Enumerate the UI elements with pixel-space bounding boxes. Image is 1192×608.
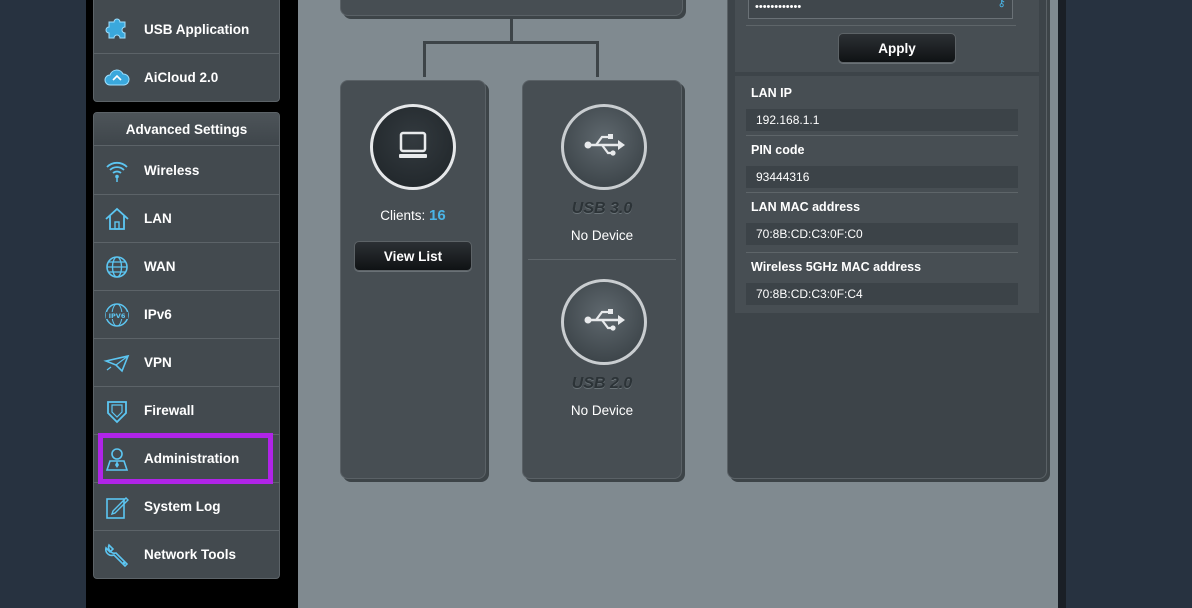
content-right-border bbox=[1058, 0, 1066, 608]
lan-ip-label: LAN IP bbox=[751, 86, 792, 100]
sidebar-item-administration[interactable]: Administration bbox=[94, 434, 279, 482]
wrench-icon bbox=[103, 541, 131, 569]
sidebar-item-label: Administration bbox=[144, 451, 240, 466]
sidebar-item-label: WAN bbox=[144, 259, 176, 274]
clients-count: 16 bbox=[429, 207, 446, 224]
puzzle-icon bbox=[103, 13, 131, 41]
info-separator bbox=[746, 135, 1018, 136]
usb2-status-text: No Device bbox=[570, 403, 634, 418]
apply-button[interactable]: Apply bbox=[838, 33, 956, 63]
usb-icon bbox=[582, 130, 626, 165]
sidebar-item-vpn[interactable]: VPN bbox=[94, 338, 279, 386]
key-icon: ⚷ bbox=[997, 0, 1006, 9]
view-list-button[interactable]: View List bbox=[354, 241, 472, 271]
clients-label: Clients: bbox=[380, 208, 426, 223]
usb2-port-label: USB 2.0 bbox=[571, 375, 633, 392]
usb-divider bbox=[528, 259, 676, 260]
lan-ip-value: 192.168.1.1 bbox=[746, 109, 1018, 131]
usb2-status-button[interactable] bbox=[561, 279, 647, 365]
clients-status-button[interactable] bbox=[370, 104, 456, 190]
lan-mac-value: 70:8B:CD:C3:0F:C0 bbox=[746, 223, 1018, 245]
password-field[interactable]: •••••••••••• ⚷ bbox=[748, 0, 1013, 19]
pin-code-label: PIN code bbox=[751, 143, 805, 157]
cloud-icon bbox=[103, 64, 131, 92]
sidebar-item-label: LAN bbox=[144, 211, 172, 226]
sidebar-item-network-tools[interactable]: Network Tools bbox=[94, 530, 279, 578]
ipv6-icon: IPV6 bbox=[103, 301, 131, 329]
router-panel bbox=[340, 0, 683, 16]
log-icon bbox=[103, 493, 131, 521]
globe-icon bbox=[103, 253, 131, 281]
vpn-icon bbox=[103, 349, 131, 377]
sidebar-item-system-log[interactable]: System Log bbox=[94, 482, 279, 530]
sidebar-item-lan[interactable]: LAN bbox=[94, 194, 279, 242]
connector-left bbox=[423, 41, 426, 77]
sidebar-item-label: AiCloud 2.0 bbox=[144, 70, 219, 85]
security-separator bbox=[746, 25, 1016, 26]
user-icon bbox=[103, 445, 131, 473]
connector-vertical bbox=[510, 16, 513, 43]
sidebar-item-label: VPN bbox=[144, 355, 172, 370]
home-icon bbox=[103, 205, 131, 233]
sidebar-item-label: USB Application bbox=[144, 21, 250, 37]
advanced-settings-header: Advanced Settings bbox=[94, 113, 279, 146]
usb3-status-button[interactable] bbox=[561, 104, 647, 190]
wireless-5ghz-mac-label: Wireless 5GHz MAC address bbox=[751, 260, 922, 274]
sidebar-item-aicloud[interactable]: AiCloud 2.0 bbox=[94, 53, 279, 101]
sidebar-item-firewall[interactable]: Firewall bbox=[94, 386, 279, 434]
sidebar-item-ipv6[interactable]: IPV6 IPv6 bbox=[94, 290, 279, 338]
wifi-icon bbox=[103, 156, 131, 184]
sidebar-item-label: Wireless bbox=[144, 162, 200, 178]
clients-line: Clients: 16 bbox=[340, 207, 486, 224]
svg-text:IPV6: IPV6 bbox=[109, 312, 126, 320]
sidebar-item-wireless[interactable]: Wireless bbox=[94, 146, 279, 194]
sidebar-item-label: Firewall bbox=[144, 403, 195, 418]
info-separator bbox=[746, 252, 1018, 253]
shield-icon bbox=[103, 397, 131, 425]
general-menu: USB Application AiCloud 2.0 bbox=[93, 0, 280, 102]
sidebar-item-label: System Log bbox=[144, 499, 221, 514]
sidebar-item-wan[interactable]: WAN bbox=[94, 242, 279, 290]
sidebar-item-usb-application[interactable]: USB Application bbox=[94, 0, 279, 53]
monitor-icon bbox=[393, 125, 433, 170]
usb-icon bbox=[582, 305, 626, 340]
info-separator bbox=[746, 192, 1018, 193]
sidebar-item-label: IPv6 bbox=[144, 307, 172, 322]
connector-horizontal bbox=[423, 41, 599, 44]
pin-code-value: 93444316 bbox=[746, 166, 1018, 188]
connector-right bbox=[596, 41, 599, 77]
sidebar-item-label: Network Tools bbox=[144, 547, 237, 562]
lan-mac-label: LAN MAC address bbox=[751, 200, 861, 214]
wireless-5ghz-mac-value: 70:8B:CD:C3:0F:C4 bbox=[746, 283, 1018, 305]
advanced-settings-menu: Advanced Settings Wireless LAN WAN IPV6 … bbox=[93, 112, 280, 579]
usb3-port-label: USB 3.0 bbox=[571, 200, 633, 217]
usb3-status-text: No Device bbox=[570, 228, 634, 243]
password-value: •••••••••••• bbox=[755, 1, 802, 13]
